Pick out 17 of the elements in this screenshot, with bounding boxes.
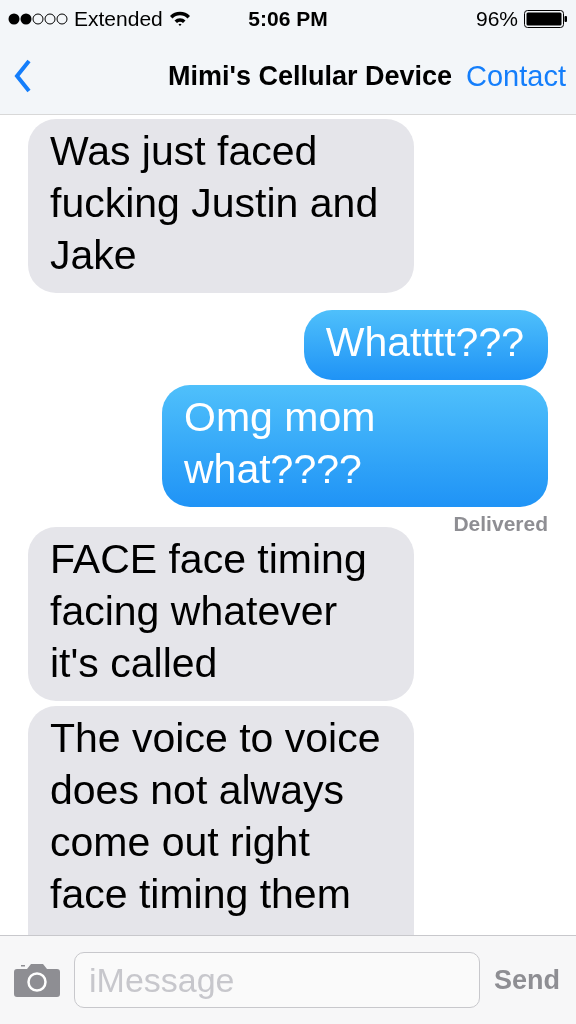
- back-icon[interactable]: [14, 59, 32, 93]
- wifi-icon: [168, 11, 191, 27]
- sent-message: Omg mom what????: [162, 385, 548, 507]
- delivery-status: Delivered: [453, 512, 548, 536]
- clock-time: 5:06 PM: [248, 7, 328, 31]
- signal-icon: [8, 12, 68, 26]
- conversation-title: Mimi's Cellular Device: [168, 60, 453, 92]
- received-message: FACE face timing facing whatever it's called: [28, 527, 414, 701]
- send-button[interactable]: Send: [494, 964, 560, 996]
- battery-percent: 96%: [475, 7, 518, 31]
- received-message: The voice to voice does not always come out right face timing them: [28, 706, 414, 935]
- received-message: Was just faced fucking Justin and Jake: [28, 119, 414, 293]
- carrier-name: Extended: [74, 7, 163, 31]
- sent-message: Whatttt???: [303, 310, 548, 380]
- battery-icon: [524, 10, 568, 28]
- camera-icon[interactable]: [14, 963, 60, 997]
- contact-button[interactable]: Contact: [466, 59, 566, 93]
